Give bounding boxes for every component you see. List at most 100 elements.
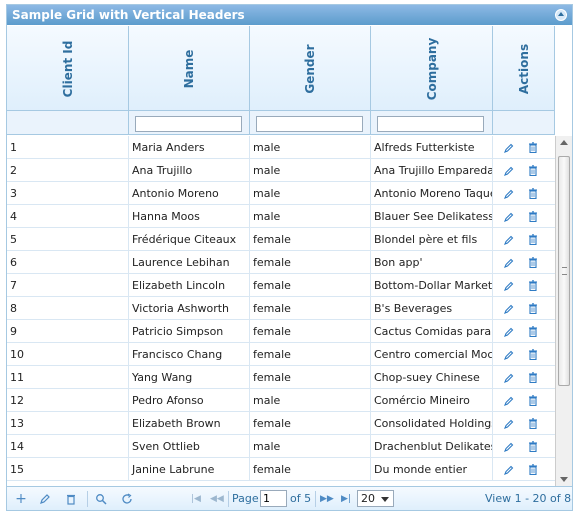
pager-separator	[228, 491, 229, 507]
edit-icon[interactable]	[504, 166, 514, 176]
cell-client-id: 7	[7, 274, 129, 297]
table-row[interactable]: 10 Francisco Chang female Centro comercial …	[7, 343, 555, 366]
cell-name: Pedro Afonso	[129, 389, 250, 412]
trash-icon[interactable]	[528, 349, 538, 360]
cell-name: Elizabeth Brown	[129, 412, 250, 435]
cell-company: Consolidated Holdings	[371, 412, 493, 435]
table-row[interactable]: 12 Pedro Afonso male Comércio Mineiro	[7, 389, 555, 412]
cell-client-id: 4	[7, 205, 129, 228]
cell-name: Janine Labrune	[129, 458, 250, 481]
header-company-label: Company	[424, 37, 439, 101]
trash-icon[interactable]	[528, 165, 538, 176]
cell-client-id: 1	[7, 136, 129, 159]
table-row[interactable]: 9 Patricio Simpson female Cactus Comidas pa…	[7, 320, 555, 343]
edit-icon[interactable]	[504, 281, 514, 291]
table-row[interactable]: 5 Frédérique Citeaux female Blondel père et…	[7, 228, 555, 251]
table-row[interactable]: 2Ana TrujillomaleAna Trujillo Emparedado…	[7, 159, 555, 182]
cell-company: Alfreds Futterkiste	[371, 136, 493, 159]
cell-company: Bon app'	[371, 251, 493, 274]
filter-company-input[interactable]	[377, 116, 484, 132]
page-number-input[interactable]	[260, 490, 287, 507]
table-row[interactable]: 13 Elizabeth Brown female Consolidated Hold…	[7, 412, 555, 435]
edit-icon[interactable]	[504, 327, 514, 337]
table-row[interactable]: 7 Elizabeth Lincoln female Bottom-Dollar Ma…	[7, 274, 555, 297]
edit-icon[interactable]	[504, 350, 514, 360]
trash-icon[interactable]	[528, 441, 538, 452]
pager-separator	[87, 491, 88, 507]
cell-client-id: 15	[7, 458, 129, 481]
search-icon[interactable]	[95, 493, 107, 505]
row-actions	[493, 182, 553, 205]
table-row[interactable]: 15 Janine Labrune female Du monde entier	[7, 458, 555, 481]
trash-icon[interactable]	[528, 142, 538, 153]
edit-icon[interactable]	[504, 189, 514, 199]
trash-icon[interactable]	[528, 303, 538, 314]
filter-gender-input[interactable]	[256, 116, 363, 132]
edit-icon[interactable]	[504, 465, 514, 475]
header-gender[interactable]: Gender	[250, 26, 371, 111]
cell-gender: female	[250, 320, 371, 343]
scroll-up-icon[interactable]	[560, 140, 568, 145]
filter-company	[371, 111, 493, 135]
refresh-icon[interactable]	[121, 493, 133, 505]
cell-company: B's Beverages	[371, 297, 493, 320]
header-company[interactable]: Company	[371, 26, 493, 111]
edit-icon[interactable]	[504, 235, 514, 245]
first-page-icon[interactable]: |◀	[190, 493, 202, 505]
table-row[interactable]: 8 Victoria Ashworth female B's Beverages	[7, 297, 555, 320]
trash-icon[interactable]	[528, 234, 538, 245]
row-actions	[493, 320, 553, 343]
header-client-id[interactable]: Client Id	[7, 26, 129, 111]
row-actions	[493, 228, 553, 251]
table-row[interactable]: 4Hanna MoosmaleBlauer See Delikatessen	[7, 205, 555, 228]
table-row[interactable]: 6 Laurence Lebihan female Bon app'	[7, 251, 555, 274]
edit-row-icon[interactable]	[39, 493, 51, 505]
next-page-icon[interactable]: ▶▶	[320, 493, 334, 505]
scroll-thumb[interactable]	[558, 156, 570, 386]
trash-icon[interactable]	[528, 280, 538, 291]
trash-icon[interactable]	[528, 257, 538, 268]
rows-per-page-value: 20	[361, 492, 375, 505]
header-actions: Actions	[493, 26, 555, 111]
rows-per-page-select[interactable]: 20	[357, 490, 394, 507]
table-row[interactable]: 3Antonio MorenomaleAntonio Moreno Taquer…	[7, 182, 555, 205]
add-icon[interactable]: +	[15, 492, 27, 506]
prev-page-icon[interactable]: ◀◀	[210, 493, 224, 505]
trash-icon[interactable]	[528, 326, 538, 337]
trash-icon[interactable]	[528, 372, 538, 383]
table-row[interactable]: 14Sven OttliebmaleDrachenblut Delikatess…	[7, 435, 555, 458]
row-actions	[493, 159, 553, 182]
cell-name: Victoria Ashworth	[129, 297, 250, 320]
edit-icon[interactable]	[504, 373, 514, 383]
cell-client-id: 9	[7, 320, 129, 343]
edit-icon[interactable]	[504, 258, 514, 268]
edit-icon[interactable]	[504, 442, 514, 452]
trash-icon[interactable]	[528, 464, 538, 475]
trash-icon[interactable]	[528, 418, 538, 429]
edit-icon[interactable]	[504, 304, 514, 314]
collapse-icon[interactable]	[555, 9, 567, 21]
header-name-label: Name	[182, 49, 196, 89]
grid: Sample Grid with Vertical Headers Client…	[6, 4, 573, 511]
edit-icon[interactable]	[504, 396, 514, 406]
cell-client-id: 14	[7, 435, 129, 458]
trash-icon[interactable]	[528, 395, 538, 406]
trash-icon[interactable]	[528, 211, 538, 222]
vertical-scrollbar[interactable]	[555, 136, 572, 486]
delete-row-icon[interactable]	[65, 493, 77, 505]
scroll-down-icon[interactable]	[560, 477, 568, 482]
edit-icon[interactable]	[504, 143, 514, 153]
cell-name: Elizabeth Lincoln	[129, 274, 250, 297]
filter-name-input[interactable]	[135, 116, 242, 132]
table-row[interactable]: 11 Yang Wang female Chop-suey Chinese	[7, 366, 555, 389]
table-row[interactable]: 1 Maria Anders male Alfreds Futterkiste	[7, 136, 555, 159]
edit-icon[interactable]	[504, 212, 514, 222]
edit-icon[interactable]	[504, 419, 514, 429]
cell-name: Francisco Chang	[129, 343, 250, 366]
trash-icon[interactable]	[528, 188, 538, 199]
last-page-icon[interactable]: ▶|	[340, 493, 352, 505]
cell-client-id: 5	[7, 228, 129, 251]
row-actions	[493, 274, 553, 297]
header-name[interactable]: Name	[129, 26, 250, 111]
cell-gender: male	[250, 159, 371, 182]
